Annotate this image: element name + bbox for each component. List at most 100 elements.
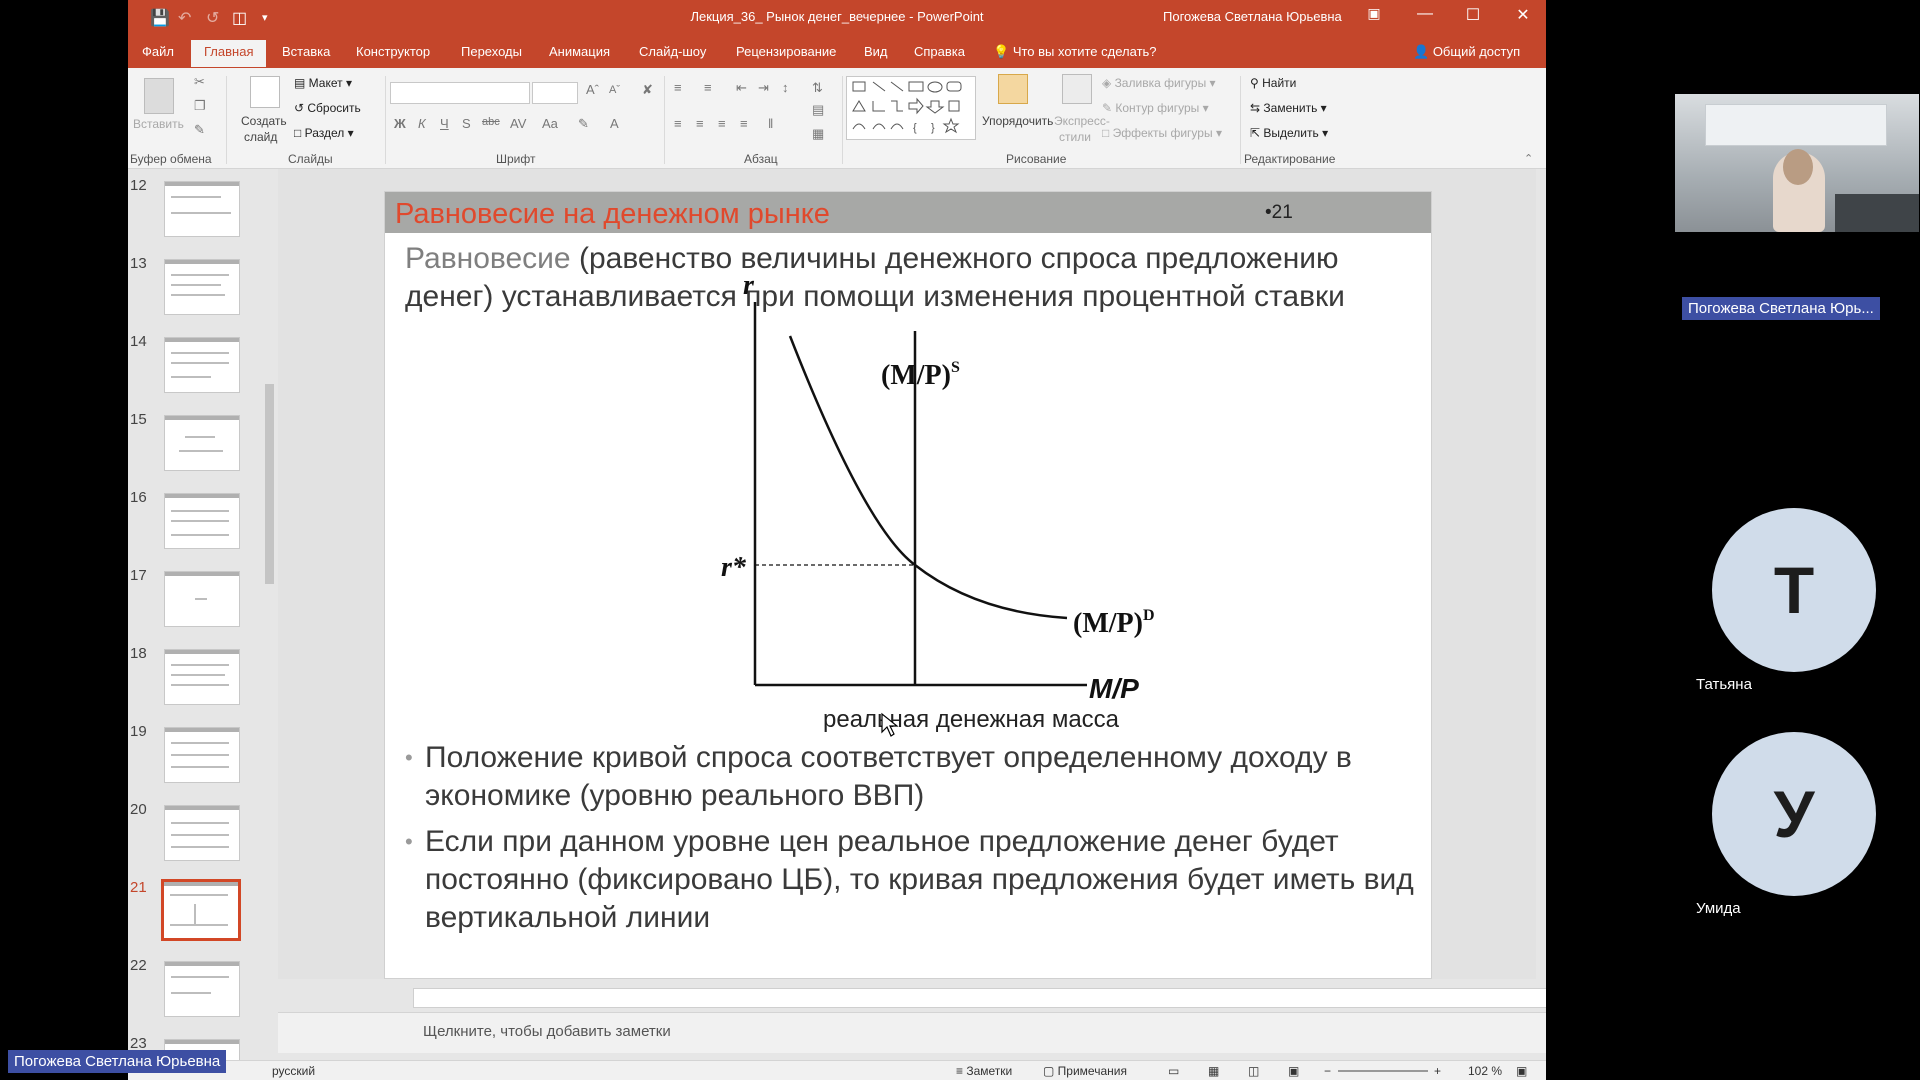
- new-slide-label[interactable]: Создать: [241, 114, 287, 128]
- slide-thumbnail-current[interactable]: [161, 879, 241, 941]
- slide-canvas[interactable]: Равновесие на денежном рынке •21 Равнове…: [384, 191, 1432, 979]
- bullets-icon[interactable]: ≡: [674, 80, 682, 95]
- format-painter-icon[interactable]: ✎: [194, 122, 205, 138]
- minimize-icon[interactable]: —: [1410, 5, 1440, 23]
- tab-insert[interactable]: Вставка: [282, 44, 330, 59]
- slide-thumbnail[interactable]: [164, 181, 240, 237]
- quick-styles-label-2[interactable]: стили: [1059, 130, 1091, 144]
- grow-font-icon[interactable]: Aˆ: [586, 82, 599, 97]
- copy-icon[interactable]: ❐: [194, 98, 206, 114]
- thumbnails-scrollbar[interactable]: [262, 169, 276, 1060]
- participant-avatar[interactable]: Т: [1712, 508, 1876, 672]
- tab-help[interactable]: Справка: [914, 44, 965, 59]
- close-icon[interactable]: ✕: [1508, 5, 1538, 25]
- tab-slideshow[interactable]: Слайд-шоу: [639, 44, 706, 59]
- text-direction-icon[interactable]: ⇅: [812, 80, 823, 96]
- replace-button[interactable]: ⇆ Заменить ▾: [1250, 101, 1327, 115]
- shapes-gallery[interactable]: {}: [846, 76, 976, 140]
- line-spacing-icon[interactable]: ↕: [782, 80, 789, 95]
- notes-toggle[interactable]: ≡ Заметки: [956, 1064, 1012, 1078]
- tab-file[interactable]: Файл: [142, 44, 174, 59]
- ribbon-display-icon[interactable]: ▣: [1359, 5, 1389, 22]
- tab-home[interactable]: Главная: [191, 40, 267, 67]
- tell-me-search[interactable]: 💡 Что вы хотите сделать?: [993, 44, 1157, 60]
- shape-effects-button[interactable]: □ Эффекты фигуры ▾: [1102, 126, 1222, 140]
- slide-thumbnail[interactable]: [164, 259, 240, 315]
- fit-slide-icon[interactable]: ▣: [1516, 1064, 1527, 1078]
- char-spacing-icon[interactable]: AV: [510, 116, 526, 131]
- maximize-icon[interactable]: ☐: [1458, 5, 1488, 25]
- change-case-icon[interactable]: Aa: [542, 116, 558, 131]
- justify-icon[interactable]: ≡: [740, 116, 748, 131]
- language-indicator[interactable]: русский: [272, 1064, 315, 1078]
- reset-button[interactable]: ↺ Сбросить: [294, 101, 361, 115]
- share-button[interactable]: 👤 Общий доступ: [1413, 44, 1520, 60]
- shadow-icon[interactable]: S: [462, 116, 471, 131]
- shape-fill-button[interactable]: ◈ Заливка фигуры ▾: [1102, 76, 1216, 90]
- collapse-ribbon-icon[interactable]: ⌃: [1524, 152, 1533, 165]
- scrollbar-thumb[interactable]: [265, 384, 274, 584]
- align-text-icon[interactable]: ▤: [812, 102, 824, 118]
- cut-icon[interactable]: ✂: [194, 74, 205, 90]
- arrange-label[interactable]: Упорядочить: [982, 114, 1053, 128]
- zoom-out-icon[interactable]: −: [1324, 1064, 1331, 1078]
- new-slide-icon[interactable]: [250, 76, 280, 108]
- tab-review[interactable]: Рецензирование: [736, 44, 836, 59]
- tab-transitions[interactable]: Переходы: [461, 44, 522, 59]
- highlight-icon[interactable]: ✎: [578, 116, 589, 132]
- tab-animations[interactable]: Анимация: [549, 44, 610, 59]
- slide-horizontal-scrollbar[interactable]: [413, 988, 1546, 1008]
- slide-sorter-icon[interactable]: ▦: [1208, 1064, 1219, 1078]
- columns-icon[interactable]: ‖: [768, 116, 773, 131]
- new-slide-label-2[interactable]: слайд: [244, 130, 277, 144]
- italic-icon[interactable]: К: [418, 116, 426, 131]
- tab-design[interactable]: Конструктор: [356, 44, 430, 59]
- bold-icon[interactable]: Ж: [394, 116, 406, 131]
- select-button[interactable]: ⇱ Выделить ▾: [1250, 126, 1328, 140]
- shrink-font-icon[interactable]: Aˇ: [609, 84, 620, 96]
- slide-thumbnail[interactable]: [164, 649, 240, 705]
- align-right-icon[interactable]: ≡: [718, 116, 726, 131]
- find-button[interactable]: ⚲ Найти: [1250, 76, 1296, 90]
- align-center-icon[interactable]: ≡: [696, 116, 704, 131]
- underline-icon[interactable]: Ч: [440, 116, 449, 131]
- quick-styles-icon[interactable]: [1062, 74, 1092, 104]
- paste-label[interactable]: Вставить: [133, 117, 184, 131]
- font-color-icon[interactable]: A: [610, 116, 619, 131]
- arrange-icon[interactable]: [998, 74, 1028, 104]
- slide-thumbnail[interactable]: [164, 493, 240, 549]
- notes-pane[interactable]: Щелкните, чтобы добавить заметки: [278, 1012, 1546, 1053]
- slide-thumbnail[interactable]: [164, 415, 240, 471]
- ribbon-divider: [664, 76, 665, 164]
- section-button[interactable]: □ Раздел ▾: [294, 126, 354, 140]
- paste-icon[interactable]: [144, 78, 174, 114]
- align-left-icon[interactable]: ≡: [674, 116, 682, 131]
- clear-format-icon[interactable]: ✘: [642, 82, 653, 98]
- slide-thumbnail[interactable]: [164, 805, 240, 861]
- participant-avatar[interactable]: У: [1712, 732, 1876, 896]
- slide-thumbnail[interactable]: [164, 727, 240, 783]
- numbering-icon[interactable]: ≡: [704, 80, 712, 95]
- smartart-icon[interactable]: ▦: [812, 126, 824, 142]
- indent-decrease-icon[interactable]: ⇤: [736, 80, 747, 96]
- layout-button[interactable]: ▤ Макет ▾: [294, 76, 352, 90]
- slide-thumbnail[interactable]: [164, 337, 240, 393]
- font-name-box[interactable]: [390, 82, 530, 104]
- normal-view-icon[interactable]: ▭: [1168, 1064, 1179, 1078]
- zoom-slider[interactable]: [1338, 1070, 1428, 1072]
- shape-outline-button[interactable]: ✎ Контур фигуры ▾: [1102, 101, 1209, 115]
- money-market-chart[interactable]: r M/P r* (M/P)S (M/P)D: [385, 192, 1431, 712]
- slide-thumbnail[interactable]: [164, 961, 240, 1017]
- zoom-in-icon[interactable]: +: [1434, 1064, 1441, 1078]
- reading-view-icon[interactable]: ◫: [1248, 1064, 1259, 1078]
- user-name[interactable]: Погожева Светлана Юрьевна: [1163, 9, 1342, 24]
- comments-toggle[interactable]: ▢ Примечания: [1043, 1064, 1127, 1078]
- slide-thumbnail[interactable]: [164, 571, 240, 627]
- indent-increase-icon[interactable]: ⇥: [758, 80, 769, 96]
- strikethrough-icon[interactable]: abc: [482, 116, 500, 128]
- presenter-video[interactable]: [1675, 94, 1919, 232]
- font-size-box[interactable]: [532, 82, 578, 104]
- slideshow-view-icon[interactable]: ▣: [1288, 1064, 1299, 1078]
- zoom-level[interactable]: 102 %: [1468, 1064, 1502, 1078]
- tab-view[interactable]: Вид: [864, 44, 888, 59]
